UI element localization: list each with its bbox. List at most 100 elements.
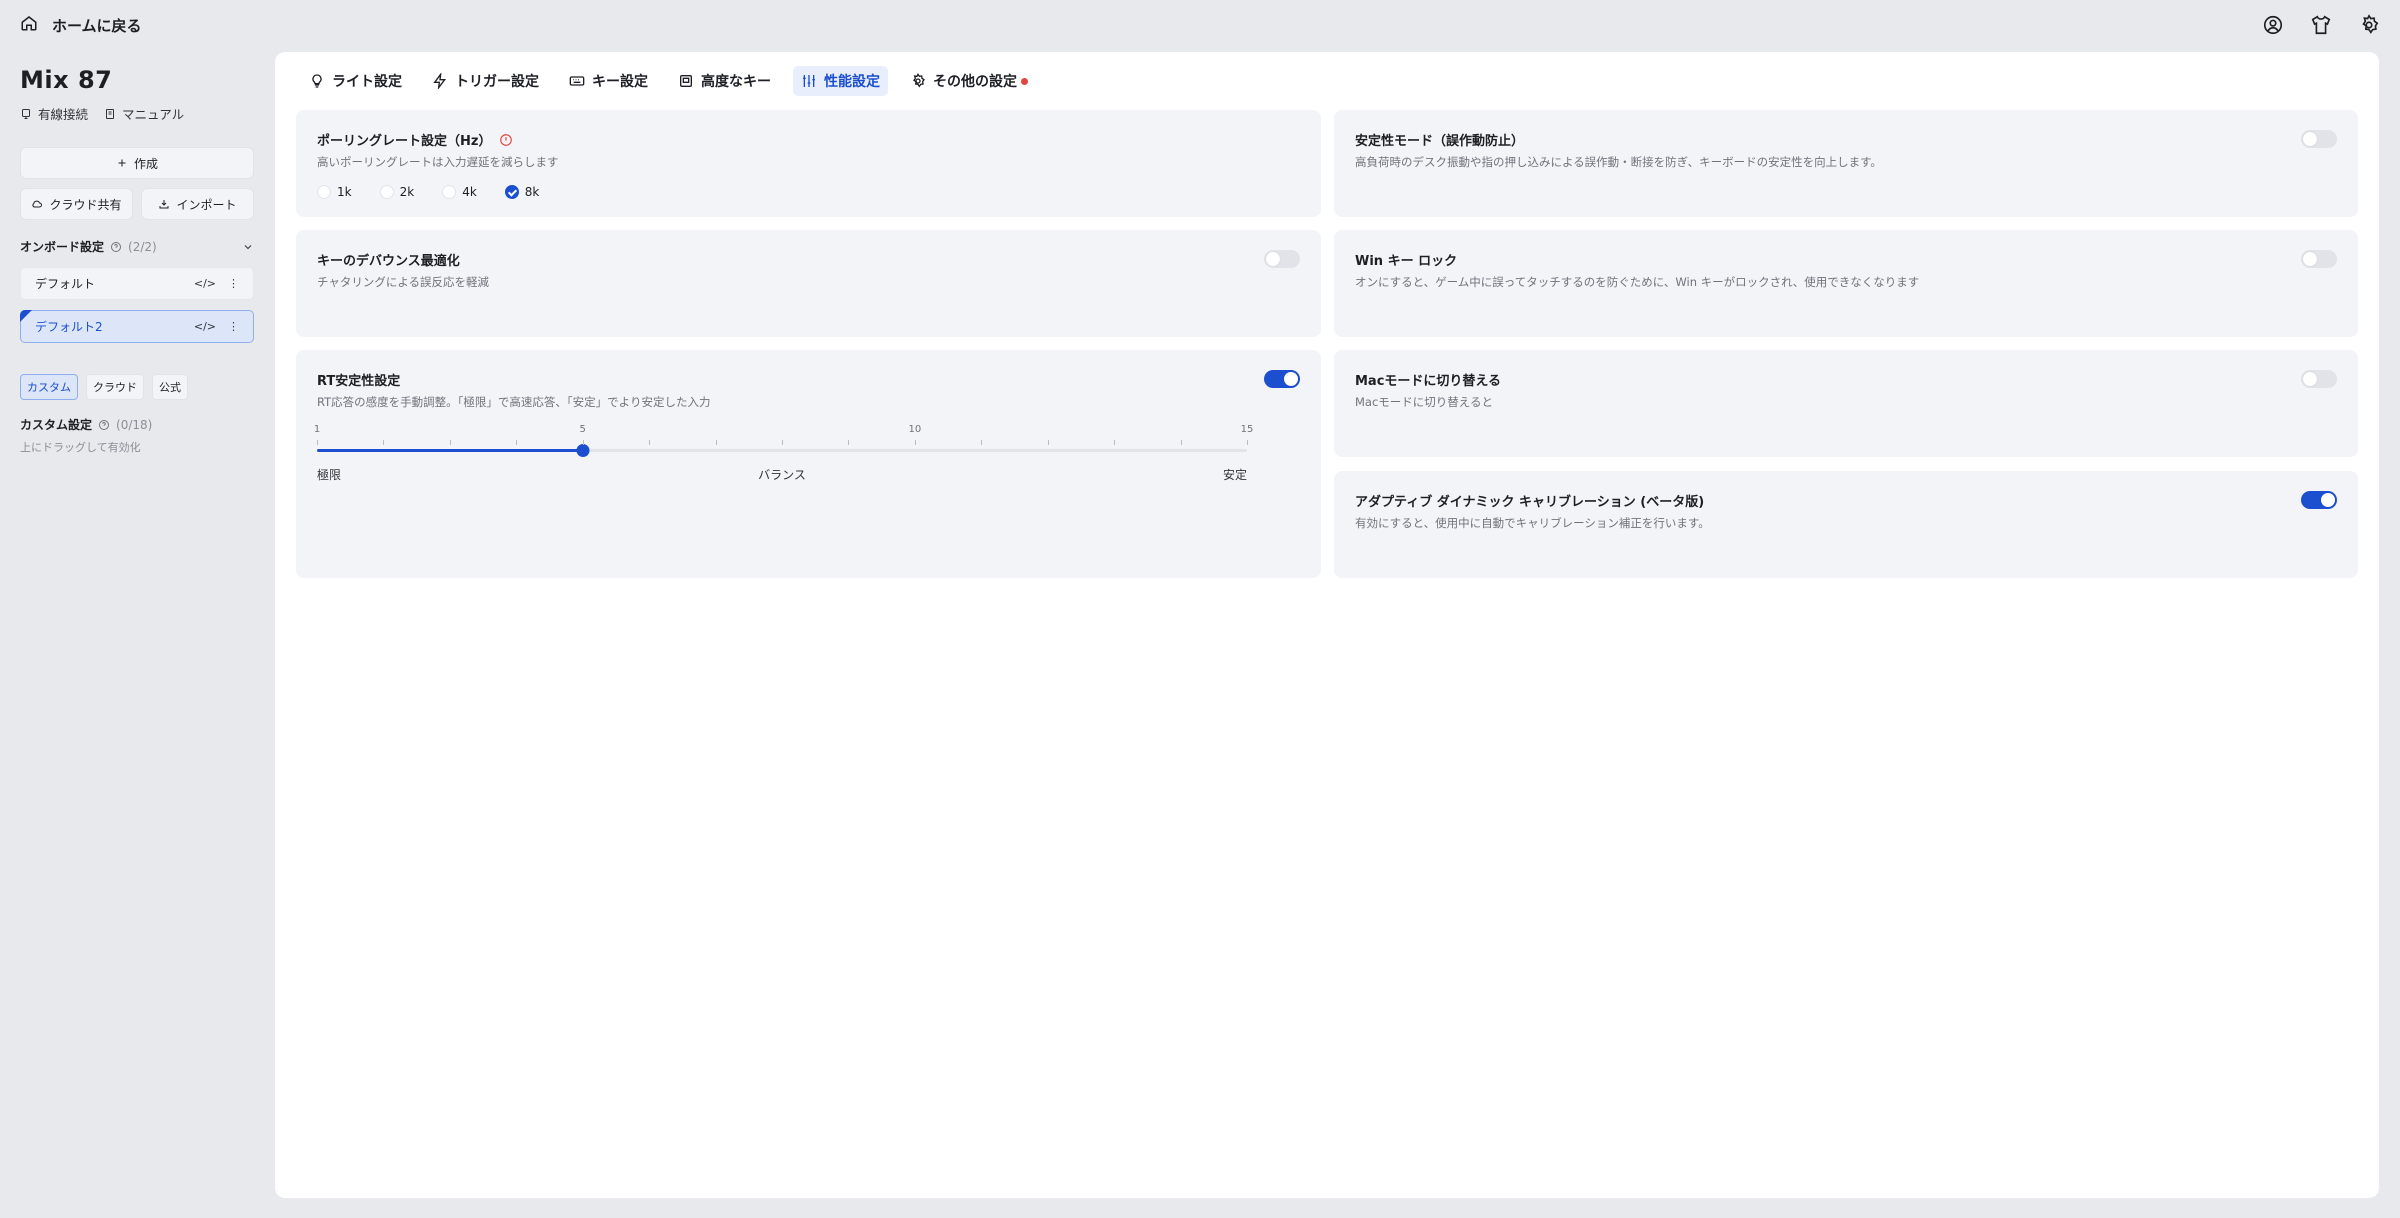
bulb-icon xyxy=(312,74,322,88)
scale-label-stable: 安定 xyxy=(1222,468,1247,482)
sliders-icon xyxy=(803,75,815,87)
card-title: ポーリングレート設定（Hz） xyxy=(317,134,492,149)
polling-rate-options: 1k 2k 4k 8k xyxy=(317,185,1300,199)
slider-tick xyxy=(981,440,983,445)
slider-fill xyxy=(317,449,583,452)
bolt-icon xyxy=(433,73,446,89)
profile-item-active[interactable]: デフォルト2 </> ⋮ xyxy=(20,310,254,343)
profile-item[interactable]: デフォルト </> ⋮ xyxy=(20,267,254,300)
card-title: Macモードに切り替える xyxy=(1355,374,1502,389)
sidebar: Mix 87 有線接続 マニュアル 作成 クラウド共有 インポート オンボード設… xyxy=(20,52,254,455)
tab-label: 性能設定 xyxy=(824,74,880,90)
slider-tick xyxy=(582,440,584,445)
custom-title: カスタム設定 xyxy=(20,418,93,432)
profile-source-tabs: カスタム クラウド 公式 xyxy=(20,374,254,400)
slider-tick xyxy=(1247,440,1248,445)
tick-label: 10 xyxy=(908,424,922,435)
account-icon[interactable] xyxy=(2262,14,2284,36)
gear-icon[interactable] xyxy=(2358,14,2380,36)
radio-circle xyxy=(317,185,331,199)
tick-label: 15 xyxy=(1240,424,1254,435)
tab-keys[interactable]: キー設定 xyxy=(561,66,656,96)
help-icon[interactable] xyxy=(98,419,110,431)
keycap-icon xyxy=(680,75,692,87)
tab-performance[interactable]: 性能設定 xyxy=(793,66,888,96)
radio-circle xyxy=(442,185,457,199)
card-title: アダプティブ ダイナミック キャリブレーション (ベータ版) xyxy=(1355,495,1705,510)
card-description: 高負荷時のデスク振動や指の押し込みによる誤作動・断接を防ぎ、キーボードの安定性を… xyxy=(1355,155,1882,169)
code-icon[interactable]: </> xyxy=(194,320,216,333)
debounce-card: キーのデバウンス最適化 チャタリングによる誤反応を軽減 xyxy=(296,230,1321,337)
card-title: Win キー ロック xyxy=(1355,254,1458,269)
tab-label: ライト設定 xyxy=(332,74,402,90)
import-label: インポート xyxy=(176,197,237,212)
onboard-header: オンボード設定 (2/2) xyxy=(20,238,254,255)
card-description: 高いポーリングレートは入力遅延を減らします xyxy=(317,155,559,169)
home-link-label: ホームに戻る xyxy=(52,16,142,35)
cloud-icon xyxy=(32,200,43,208)
slider-tick xyxy=(848,440,850,445)
adaptive-calibration-toggle[interactable] xyxy=(2301,491,2337,509)
adaptive-calibration-card: アダプティブ ダイナミック キャリブレーション (ベータ版) 有効にすると、使用… xyxy=(1334,471,2358,578)
card-description: Macモードに切り替えると xyxy=(1355,395,1493,409)
debounce-toggle[interactable] xyxy=(1264,250,1300,268)
profile-name: デフォルト xyxy=(35,277,96,291)
device-name: Mix 87 xyxy=(20,66,113,94)
segment-official[interactable]: 公式 xyxy=(152,374,188,400)
help-icon[interactable] xyxy=(110,241,122,253)
slider-tick xyxy=(649,440,651,445)
mac-mode-toggle[interactable] xyxy=(2301,370,2337,388)
create-label: 作成 xyxy=(133,156,158,171)
profile-name: デフォルト2 xyxy=(35,320,103,334)
main-panel: ライト設定 トリガー設定 キー設定 高度なキー 性能設定 その他の設定 ポーリン… xyxy=(275,52,2379,1198)
code-icon[interactable]: </> xyxy=(194,277,216,290)
notification-dot xyxy=(1021,77,1028,85)
custom-header: カスタム設定 (0/18) xyxy=(20,416,254,433)
keyboard-icon xyxy=(569,76,585,86)
card-title: RT安定性設定 xyxy=(317,374,401,389)
polling-option-8k[interactable]: 8k xyxy=(504,185,539,199)
card-description: RT応答の感度を手動調整。「極限」で高速応答、「安定」でより安定した入力 xyxy=(317,395,711,409)
home-icon xyxy=(20,14,38,36)
segment-cloud[interactable]: クラウド xyxy=(86,374,144,400)
settings-tabs: ライト設定 トリガー設定 キー設定 高度なキー 性能設定 その他の設定 xyxy=(301,66,1036,96)
tab-advanced-keys[interactable]: 高度なキー xyxy=(670,66,779,96)
gear-icon xyxy=(913,73,925,88)
home-link[interactable]: ホームに戻る xyxy=(20,14,142,36)
plus-icon xyxy=(118,159,126,167)
polling-option-4k[interactable]: 4k xyxy=(442,185,477,199)
segment-custom[interactable]: カスタム xyxy=(20,374,78,400)
win-key-lock-toggle[interactable] xyxy=(2301,250,2337,268)
tab-label: キー設定 xyxy=(592,74,648,90)
rt-stability-toggle[interactable] xyxy=(1264,370,1300,388)
polling-option-1k[interactable]: 1k xyxy=(317,185,352,199)
slider-tick xyxy=(715,440,717,445)
cloud-share-button[interactable]: クラウド共有 xyxy=(20,188,133,220)
onboard-count: (2/2) xyxy=(128,239,157,254)
warning-icon[interactable] xyxy=(499,133,513,147)
create-button[interactable]: 作成 xyxy=(20,147,254,179)
card-title: 安定性モード（誤作動防止） xyxy=(1355,134,1525,149)
book-icon xyxy=(106,108,115,119)
import-icon xyxy=(159,200,169,209)
tab-trigger[interactable]: トリガー設定 xyxy=(424,66,547,96)
tab-other[interactable]: その他の設定 xyxy=(902,66,1036,96)
slider-track[interactable] xyxy=(317,449,1247,452)
radio-circle xyxy=(379,185,394,199)
tab-lighting[interactable]: ライト設定 xyxy=(301,66,410,96)
chevron-down-icon[interactable] xyxy=(242,241,254,253)
import-button[interactable]: インポート xyxy=(141,188,254,220)
tick-label: 1 xyxy=(313,424,321,435)
polling-option-2k[interactable]: 2k xyxy=(379,185,414,199)
manual-link[interactable]: マニュアル xyxy=(104,104,184,123)
card-description: チャタリングによる誤反応を軽減 xyxy=(317,275,490,289)
slider-thumb[interactable] xyxy=(576,444,590,457)
more-icon[interactable]: ⋮ xyxy=(228,277,239,290)
stability-mode-toggle[interactable] xyxy=(2301,130,2337,148)
rt-stability-slider[interactable]: 1 5 10 15 極限 バランス 安定 xyxy=(313,424,1254,484)
tab-label: トリガー設定 xyxy=(455,74,539,90)
shirt-icon[interactable] xyxy=(2310,14,2332,36)
scale-label-balance: バランス xyxy=(758,468,806,482)
tab-label: その他の設定 xyxy=(933,74,1017,90)
more-icon[interactable]: ⋮ xyxy=(228,320,239,333)
